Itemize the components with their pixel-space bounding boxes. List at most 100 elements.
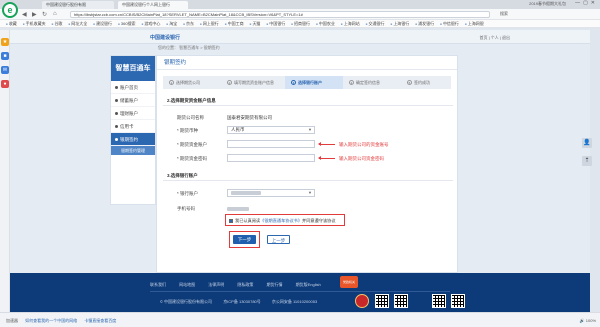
app-icon[interactable]: ■	[1, 52, 9, 60]
header-links[interactable]: 首页 | 个人 | 退出	[479, 35, 510, 41]
bookmark-item[interactable]: 收藏	[6, 20, 17, 27]
back-icon[interactable]: ◀	[22, 11, 27, 18]
sidebar-title: 智慧百通车	[111, 56, 155, 81]
bookmark-item[interactable]: 360搜索	[118, 20, 136, 27]
status-news-link[interactable]: 如何查看我的一个中国的网络	[25, 313, 77, 327]
step-5: 5 签约成功	[401, 76, 451, 89]
footer-link[interactable]: 法律声明	[208, 282, 224, 287]
sidebar-item-label: 银期签约	[120, 137, 138, 142]
site-header: 中国建设银行 首页 | 个人 | 退出	[10, 30, 590, 44]
left-tool-strip: ★ ■ ✉ ●	[0, 30, 10, 312]
footer-link[interactable]: 联系我们	[150, 282, 166, 287]
footer-link[interactable]: 网站地图	[179, 282, 195, 287]
agreement-checkbox-row[interactable]: 我已认真阅读《银期直通车协议书》并同意遵守该协议	[229, 218, 336, 224]
home-icon[interactable]: ⌂	[53, 11, 57, 17]
icp-number: 京ICP备 13030780号	[223, 299, 261, 304]
divider	[163, 180, 453, 181]
browser-tab[interactable]: 中国建设银行股份有限	[42, 1, 114, 9]
bookmark-item[interactable]: 中国农业	[316, 20, 335, 27]
fund-account-input[interactable]	[227, 140, 315, 148]
mail-icon[interactable]: ✉	[1, 66, 9, 74]
bookmark-item[interactable]: 交通银行	[366, 20, 385, 27]
status-left[interactable]: 加速器	[6, 313, 18, 327]
bookmark-item[interactable]: 上海网站	[341, 20, 360, 27]
bookmark-item[interactable]: 京东	[183, 20, 194, 27]
step-number: 4	[349, 80, 354, 86]
sidebar-item-label: 账户首页	[120, 85, 138, 90]
agreement-checkbox[interactable]	[229, 218, 233, 223]
prev-button[interactable]: 上一步	[267, 235, 290, 244]
bookmark-item[interactable]: 招商银行	[291, 20, 310, 27]
sidebar-item-account-home[interactable]: 账户首页	[111, 81, 155, 94]
section-title-futures: 2.选择期货资金账户信息	[167, 98, 216, 103]
url-input[interactable]: https://ibsbjstar.ccb.com.cn/CCBIS/B2CMa…	[70, 11, 490, 18]
sidebar-item-label: 理财账户	[120, 111, 138, 116]
game-icon[interactable]: ●	[1, 80, 9, 88]
agreement-highlight: 我已认真阅读《银期直通车协议书》并同意遵守该协议	[225, 214, 345, 226]
annotation-arrow	[318, 156, 335, 160]
status-right[interactable]: 🔊 100%	[580, 313, 596, 327]
tab-right-info[interactable]: 2019春节假期大礼包	[529, 1, 566, 7]
star-icon[interactable]: ★	[1, 38, 9, 46]
bookmarks-bar: 收藏手机收藏夹谷歌网址大全建设银行 360搜索游戏中心淘宝京东网上银行中国工商天猫…	[0, 20, 600, 28]
site-footer: 联系我们 网站地图 法律声明 隐私政策 期货行情 期货版English 党政机关…	[10, 273, 590, 312]
sidebar-item-futures-signing[interactable]: 银期签约	[111, 133, 155, 146]
browser-tab-active[interactable]: 中国建设银行个人网上银行	[118, 1, 188, 9]
refresh-icon[interactable]: ↻	[42, 11, 47, 18]
currency-value: 人民币	[231, 127, 245, 132]
sidebar-item-credit-card[interactable]: 信用卡	[111, 120, 155, 133]
next-button[interactable]: 下一步	[233, 235, 256, 244]
agreement-prefix: 我已认真阅读	[235, 218, 261, 223]
annotation-account: 输入期货公司的资金账号	[339, 142, 389, 147]
browser-logo-icon[interactable]: e	[2, 2, 18, 18]
gov-agency-badge[interactable]: 党政机关	[340, 276, 358, 288]
bookmark-item[interactable]: 中国工商	[225, 20, 244, 27]
divider	[163, 105, 453, 106]
bookmark-item[interactable]: 上海银行	[391, 20, 409, 27]
back-to-top-icon[interactable]: ⇡	[582, 156, 592, 166]
bookmark-item[interactable]: 中国银行	[266, 20, 285, 27]
sidebar-item-wealth[interactable]: 理财账户	[111, 107, 155, 120]
bookmark-item[interactable]: 淘宝	[166, 20, 177, 27]
status-news-link[interactable]: 卡慢直接查看百度	[84, 313, 116, 327]
step-2: 2 填写期货资金账户信息	[221, 76, 285, 89]
step-number: 5	[407, 80, 412, 86]
bookmark-item[interactable]: 上海网银	[465, 20, 484, 27]
site-logo[interactable]: 中国建设银行	[150, 34, 180, 41]
bullet-icon	[115, 125, 118, 128]
sidebar-subitem-signing-mgmt[interactable]: 银期签约管理	[111, 146, 155, 155]
footer-link[interactable]: 隐私政策	[237, 282, 253, 287]
agreement-link[interactable]: 《银期直通车协议书》	[260, 218, 302, 223]
footer-link-english[interactable]: 期货版English	[296, 282, 321, 287]
bookmark-item[interactable]: 网址大全	[68, 20, 87, 27]
annotation-arrow	[318, 142, 335, 146]
sidebar: 智慧百通车 账户首页 储蓄账户 理财账户 信用卡 银期签约 银期签约管理	[110, 55, 156, 205]
status-bar: 加速器 如何查看我的一个中国的网络 卡慢直接查看百度 🔊 100%	[0, 312, 600, 327]
search-box[interactable]: 搜索	[500, 11, 508, 17]
currency-select[interactable]: 人民币 ▼	[227, 126, 315, 134]
main-panel: 银期签约 1 选择期货公司 2 填写期货资金账户信息 3 选择银行账户 4 确定签约信息…	[156, 55, 458, 273]
bookmark-item[interactable]: 天猫	[250, 20, 260, 27]
contact-icon[interactable]: 👤	[582, 138, 592, 148]
bookmark-item[interactable]: 谷歌	[52, 20, 62, 27]
bookmark-item[interactable]: 中信银行	[440, 20, 459, 27]
window-controls[interactable]: —▢✕	[575, 0, 598, 6]
sidebar-item-savings[interactable]: 储蓄账户	[111, 94, 155, 107]
bookmark-item[interactable]: 网上银行	[200, 20, 219, 27]
bookmark-item[interactable]: 游戏中心	[142, 20, 160, 27]
fund-password-input[interactable]	[227, 154, 315, 162]
bank-account-select[interactable]: ▼	[227, 189, 315, 197]
currency-label: * 期货币种	[177, 128, 199, 133]
sidebar-item-label: 储蓄账户	[120, 98, 138, 103]
bookmark-item[interactable]: 浦发银行	[415, 20, 434, 27]
breadcrumb: 您的位置： 智慧百通车 > 银期签约	[158, 45, 220, 50]
section-title-bank: 3.选择银行账户	[167, 173, 198, 178]
gov-seal-icon[interactable]	[355, 294, 369, 308]
forward-icon[interactable]: ▶	[32, 11, 37, 18]
bookmark-item[interactable]: 手机收藏夹	[23, 20, 46, 27]
copyright: © 中国建设银行股份有限公司	[160, 299, 213, 304]
step-label: 填写期货资金账户信息	[234, 80, 274, 85]
bookmark-item[interactable]: 建设银行	[93, 20, 112, 27]
footer-link[interactable]: 期货行情	[267, 282, 283, 287]
bullet-icon	[115, 86, 118, 89]
